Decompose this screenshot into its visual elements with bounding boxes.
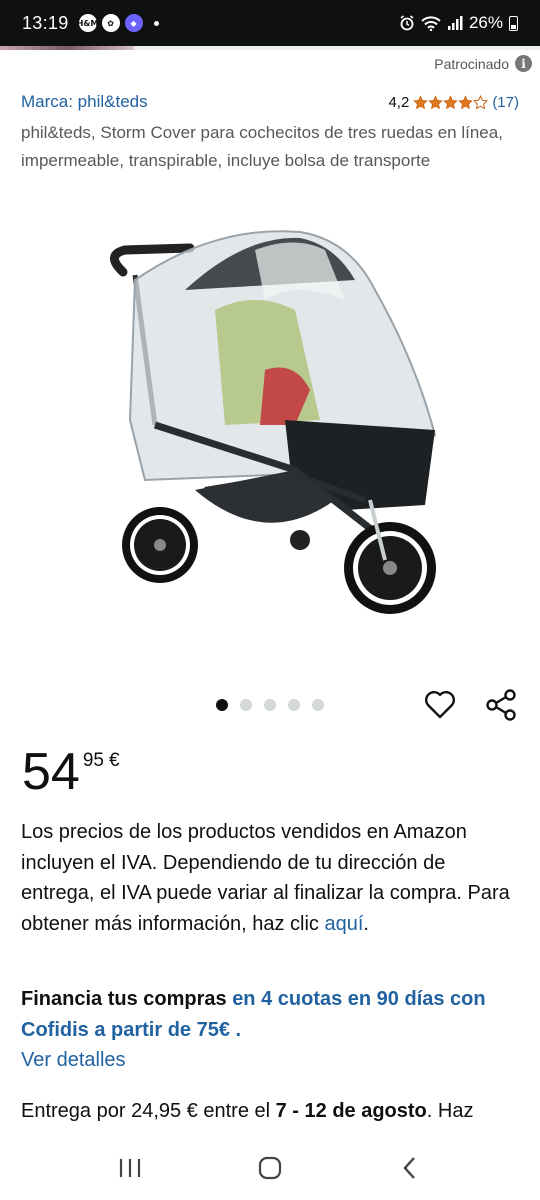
status-bar: 13:19 H&M ✿ ◆ 26% <box>0 0 540 46</box>
sponsored-label[interactable]: Patrocinado i <box>434 55 532 72</box>
signal-icon <box>447 16 463 30</box>
recent-apps-button[interactable] <box>110 1148 150 1188</box>
delivery-info: Entrega por 24,95 € entre el 7 - 12 de a… <box>21 1100 540 1123</box>
tax-info-link[interactable]: aquí <box>324 913 363 935</box>
home-icon <box>258 1156 282 1179</box>
share-icon[interactable] <box>484 688 518 722</box>
carousel-dot-active[interactable] <box>216 699 228 711</box>
financing-bold: Financia tus compras <box>21 988 227 1010</box>
flower-app-icon: ✿ <box>101 14 120 32</box>
price-whole: 54 <box>22 743 80 801</box>
battery-percent: 26% <box>468 13 503 32</box>
system-icons: 26% <box>399 13 518 33</box>
star-rating <box>413 94 489 110</box>
carousel-dot[interactable] <box>264 699 276 711</box>
star-empty-icon <box>473 94 489 109</box>
star-full-icon <box>443 94 459 109</box>
financing-offer: Financia tus compras en 4 cuotas en 90 d… <box>21 984 531 1046</box>
system-nav-bar <box>0 1135 540 1200</box>
tax-note-end: . <box>363 912 369 935</box>
brand-link[interactable]: Marca: phil&teds <box>21 92 148 112</box>
product-title[interactable]: phil&teds, Storm Cover para cochecitos d… <box>21 119 526 175</box>
star-full-icon <box>458 94 474 109</box>
brand-rating-row: Marca: phil&teds 4,2 (17) <box>21 92 519 112</box>
product-image[interactable] <box>95 220 445 630</box>
delivery-dates: 7 - 12 de agosto <box>275 1100 427 1122</box>
carousel-dot[interactable] <box>288 699 300 711</box>
carousel-dot[interactable] <box>312 699 324 711</box>
back-button[interactable] <box>390 1148 430 1188</box>
shield-app-icon: ◆ <box>124 14 143 32</box>
wifi-icon <box>421 16 441 31</box>
notification-icons: H&M ✿ ◆ <box>77 14 159 32</box>
info-icon[interactable]: i <box>515 55 532 72</box>
alarm-icon <box>400 15 414 31</box>
previous-result-thumbnail <box>0 46 134 50</box>
image-carousel-dots <box>216 699 324 711</box>
more-notifications-dot <box>153 20 159 26</box>
delivery-suffix: . Haz <box>426 1100 474 1122</box>
star-full-icon <box>413 94 429 109</box>
battery-icon <box>509 15 518 31</box>
rating-count[interactable]: (17) <box>492 94 519 111</box>
tax-note: Los precios de los productos vendidos en… <box>21 817 521 939</box>
star-full-icon <box>428 94 444 109</box>
delivery-prefix: Entrega por 24,95 € entre el <box>21 1100 276 1122</box>
wishlist-heart-icon[interactable] <box>423 688 457 722</box>
carousel-dot[interactable] <box>240 699 252 711</box>
recent-apps-icon <box>119 1158 141 1177</box>
back-chevron-icon <box>403 1156 415 1179</box>
rating-value: 4,2 <box>388 93 410 111</box>
financing-end: . <box>229 1019 242 1041</box>
sponsored-text: Patrocinado <box>434 55 509 72</box>
price: 54 95 € <box>22 744 120 800</box>
price-fraction: 95 <box>82 750 104 771</box>
status-time: 13:19 <box>22 12 69 33</box>
see-details-link[interactable]: Ver detalles <box>21 1049 126 1072</box>
home-button[interactable] <box>250 1148 290 1188</box>
hm-app-icon: H&M <box>77 14 98 32</box>
price-currency: € <box>108 750 120 771</box>
rating[interactable]: 4,2 (17) <box>388 94 519 111</box>
tax-note-text: Los precios de los productos vendidos en… <box>21 821 510 935</box>
